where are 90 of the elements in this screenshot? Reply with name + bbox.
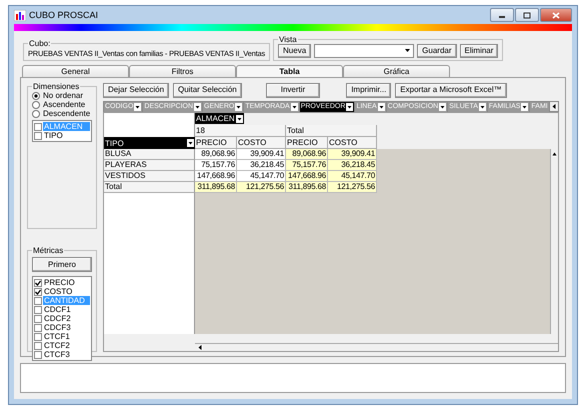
list-item[interactable]: CDCF2 xyxy=(43,314,90,323)
checkbox[interactable] xyxy=(34,342,42,350)
dropdown-icon xyxy=(521,102,528,110)
row-field-chip[interactable]: TIPO xyxy=(104,137,195,149)
checkbox[interactable] xyxy=(34,278,42,286)
group-label: Métricas xyxy=(32,246,64,255)
checkbox[interactable] xyxy=(34,332,42,340)
column-header: PRECIO xyxy=(286,137,328,149)
row-header: VESTIDOS xyxy=(104,171,195,182)
scroll-left-icon[interactable] xyxy=(550,102,558,111)
row-header: Total xyxy=(104,182,195,193)
dropdown-icon xyxy=(134,102,142,110)
toolbar-button[interactable]: Exportar a Microsoft Excel™ xyxy=(395,82,507,98)
dropdown-icon xyxy=(439,102,446,110)
bar-chart-icon xyxy=(14,10,26,20)
list-item[interactable]: COSTO xyxy=(43,287,90,296)
list-item[interactable]: CDCF3 xyxy=(43,323,90,332)
column-header: COSTO xyxy=(237,137,286,149)
save-button[interactable]: Guardar xyxy=(417,44,457,58)
dropdown-icon xyxy=(187,139,194,147)
toolbar-button[interactable]: Invertir xyxy=(266,82,320,98)
horizontal-scrollbar[interactable] xyxy=(195,343,558,351)
table-cell: 36,218.45 xyxy=(328,160,377,171)
column-header: PRECIO xyxy=(195,137,237,149)
table-cell: 45,147.70 xyxy=(328,171,377,182)
table-cell: 89,068.96 xyxy=(195,149,237,160)
list-item[interactable]: CTCF2 xyxy=(43,341,90,350)
row-header: BLUSA xyxy=(104,149,195,160)
column-header: Total xyxy=(286,125,377,137)
radio-option[interactable]: Descendente xyxy=(32,109,92,118)
window-title: CUBO PROSCAI xyxy=(29,10,98,20)
checkbox[interactable] xyxy=(34,350,42,358)
radio-option[interactable]: No ordenar xyxy=(32,91,92,100)
list-item[interactable]: PRECIO xyxy=(43,278,90,287)
list-item[interactable]: TIPO xyxy=(43,131,90,140)
delete-button[interactable]: Eliminar xyxy=(460,44,498,58)
view-dropdown[interactable] xyxy=(314,44,414,58)
list-item[interactable]: CTCF1 xyxy=(43,332,90,341)
dropdown-icon xyxy=(236,114,243,122)
close-icon xyxy=(552,12,560,18)
toolbar-button[interactable]: Imprimir... xyxy=(346,82,392,98)
tab[interactable]: Gráfica xyxy=(343,65,450,77)
tab[interactable]: General xyxy=(22,65,129,77)
checkbox[interactable] xyxy=(34,288,42,296)
column-field-chip[interactable]: ALMACEN xyxy=(195,113,244,124)
dropdown-icon xyxy=(290,102,298,110)
table-cell: 311,895.68 xyxy=(195,182,237,193)
checkbox[interactable] xyxy=(34,306,42,314)
tab[interactable]: Tabla xyxy=(236,65,343,77)
restore-button[interactable] xyxy=(515,8,539,22)
column-header: 18 xyxy=(195,125,286,137)
radio-option[interactable]: Ascendente xyxy=(32,100,92,109)
table-cell: 311,895.68 xyxy=(286,182,328,193)
restore-icon xyxy=(523,12,531,18)
table-cell: 121,275.56 xyxy=(237,182,286,193)
table-cell: 147,668.96 xyxy=(286,171,328,182)
list-item[interactable]: CTCF3 xyxy=(43,350,90,359)
close-button[interactable] xyxy=(540,8,572,22)
table-cell: 89,068.96 xyxy=(286,149,328,160)
first-button[interactable]: Primero xyxy=(32,257,92,272)
checkbox[interactable] xyxy=(34,324,42,332)
group-label: Vista xyxy=(278,35,298,44)
scroll-left-icon xyxy=(196,344,204,351)
dropdown-icon xyxy=(235,102,242,110)
dropdown-icon xyxy=(378,102,385,110)
dropdown-icon xyxy=(346,102,354,110)
table-cell: 75,157.76 xyxy=(286,160,328,171)
group-label: Dimensiones xyxy=(32,82,80,91)
dropdown-icon xyxy=(194,102,202,110)
checkbox[interactable] xyxy=(34,132,42,140)
table-cell: 75,157.76 xyxy=(195,160,237,171)
table-cell: 39,909.41 xyxy=(328,149,377,160)
row-header: PLAYERAS xyxy=(104,160,195,171)
tab[interactable]: Filtros xyxy=(129,65,236,77)
dropdown-icon xyxy=(478,102,486,110)
new-button[interactable]: Nueva xyxy=(278,44,312,58)
checkbox[interactable] xyxy=(34,296,42,304)
table-cell: 121,275.56 xyxy=(328,182,377,193)
toolbar-button[interactable]: Dejar Selección xyxy=(103,82,170,98)
list-item[interactable]: CDCF1 xyxy=(43,305,90,314)
table-cell: 147,668.96 xyxy=(195,171,237,182)
column-header: COSTO xyxy=(328,137,377,149)
checkbox[interactable] xyxy=(34,122,42,130)
table-cell: 45,147.70 xyxy=(237,171,286,182)
toolbar-button[interactable]: Quitar Selección xyxy=(173,82,242,98)
table-cell: 39,909.41 xyxy=(237,149,286,160)
minimize-button[interactable] xyxy=(490,8,514,22)
checkbox[interactable] xyxy=(34,314,42,322)
group-label: Cubo: xyxy=(28,39,52,48)
table-cell: 36,218.45 xyxy=(237,160,286,171)
